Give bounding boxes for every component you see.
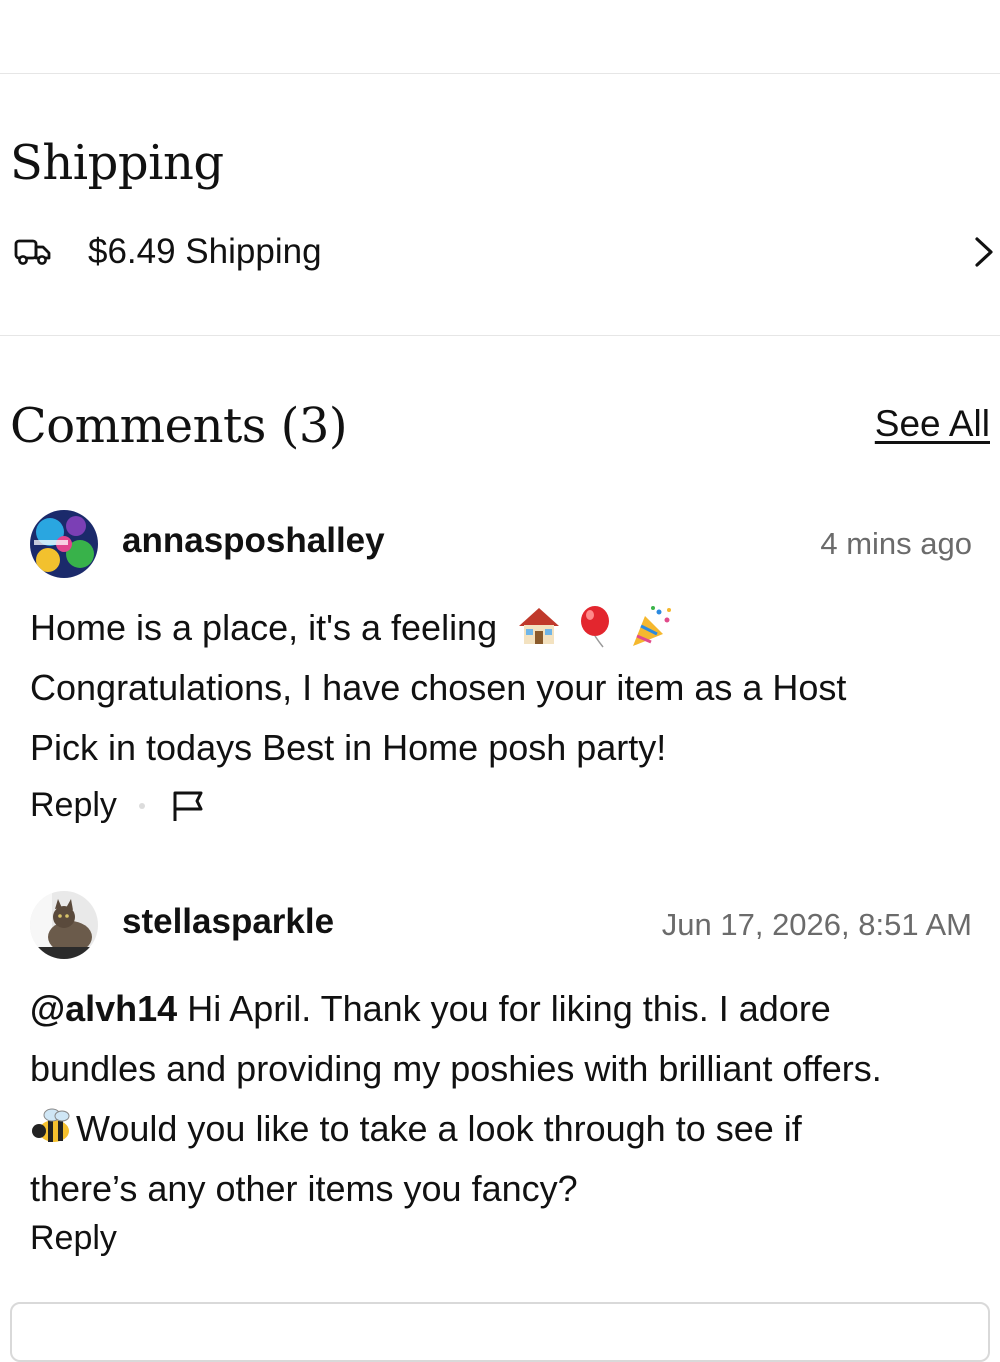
balloon-emoji-icon bbox=[581, 606, 610, 648]
section-divider bbox=[0, 335, 1000, 336]
comment-username[interactable]: annasposhalley bbox=[122, 521, 385, 561]
reply-button[interactable]: Reply bbox=[30, 1219, 117, 1258]
flag-icon[interactable] bbox=[171, 789, 205, 823]
comment-text: @alvh14 Hi April. Thank you for liking t… bbox=[30, 979, 975, 1219]
comment-text: Home is a place, it's a feeling Congratu… bbox=[30, 598, 975, 778]
shipping-row[interactable]: $6.49 Shipping bbox=[14, 226, 1000, 278]
comment-input-box[interactable] bbox=[10, 1302, 990, 1362]
comment-line: there’s any other items you fancy? bbox=[30, 1168, 578, 1209]
comment-line: Pick in todays Best in Home posh party! bbox=[30, 727, 667, 768]
comment-actions: Reply bbox=[30, 1219, 117, 1258]
shipping-title: Shipping bbox=[10, 135, 224, 191]
comments-title: Comments (3) bbox=[10, 398, 348, 454]
comment-line: Would you like to take a look through to… bbox=[76, 1108, 802, 1149]
comment-item: stellasparkle Jun 17, 2026, 8:51 AM @alv… bbox=[30, 891, 975, 1281]
chevron-right-icon[interactable] bbox=[972, 234, 996, 270]
comment-line: Home is a place, it's a feeling bbox=[30, 607, 498, 648]
see-all-link[interactable]: See All bbox=[875, 403, 990, 445]
comment-timestamp: Jun 17, 2026, 8:51 AM bbox=[661, 907, 972, 942]
comment-actions: Reply bbox=[30, 786, 205, 825]
comment-line: Congratulations, I have chosen your item… bbox=[30, 667, 847, 708]
comment-item: annasposhalley 4 mins ago Home is a plac… bbox=[30, 510, 975, 830]
top-divider bbox=[0, 73, 1000, 74]
house-emoji-icon bbox=[519, 608, 560, 644]
user-mention-link[interactable]: @alvh14 bbox=[30, 988, 177, 1029]
avatar[interactable] bbox=[30, 510, 98, 578]
comment-line: Hi April. Thank you for liking this. I a… bbox=[177, 988, 831, 1029]
party-popper-emoji-icon bbox=[633, 606, 672, 646]
comment-username[interactable]: stellasparkle bbox=[122, 902, 334, 942]
comment-timestamp: 4 mins ago bbox=[820, 526, 972, 561]
bee-emoji-icon bbox=[32, 1108, 70, 1142]
comment-line: bundles and providing my poshies with br… bbox=[30, 1048, 882, 1089]
avatar[interactable] bbox=[30, 891, 98, 959]
shipping-price: $6.49 Shipping bbox=[88, 232, 322, 271]
reply-button[interactable]: Reply bbox=[30, 786, 117, 825]
truck-icon bbox=[14, 239, 51, 265]
separator-dot bbox=[138, 802, 145, 809]
